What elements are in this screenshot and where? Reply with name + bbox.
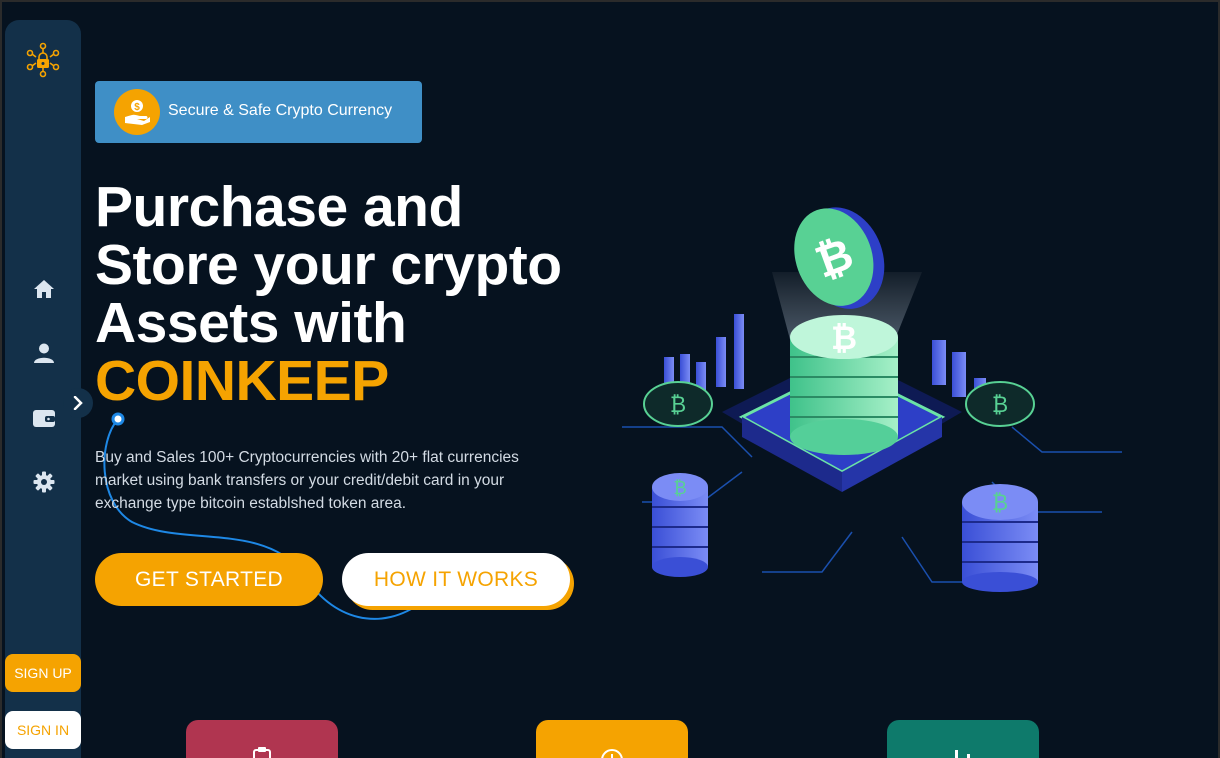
chevron-right-icon	[73, 396, 83, 410]
security-badge: $ Secure & Safe Crypto Currency	[95, 81, 422, 143]
feature-card-2[interactable]	[536, 720, 688, 758]
feature-card-3[interactable]	[887, 720, 1039, 758]
sign-up-button[interactable]: SIGN UP	[5, 654, 81, 692]
hero-description: Buy and Sales 100+ Cryptocurrencies with…	[95, 449, 519, 512]
wallet-icon[interactable]	[31, 405, 57, 431]
svg-text:₿: ₿	[670, 393, 686, 418]
blockchain-lock-icon[interactable]	[25, 42, 61, 78]
hand-coin-icon: $	[114, 89, 160, 135]
svg-text:₿: ₿	[673, 478, 686, 499]
home-icon[interactable]	[31, 276, 57, 302]
headline-line-3: Assets with	[95, 291, 407, 355]
bar-chart-icon	[955, 750, 970, 758]
svg-text:₿: ₿	[831, 319, 857, 357]
headline-line-1: Purchase and	[95, 175, 463, 239]
headline-brand: COINKEEP	[95, 349, 389, 413]
svg-text:$: $	[134, 102, 140, 113]
feature-card-1[interactable]	[186, 720, 338, 758]
svg-text:₿: ₿	[992, 393, 1008, 418]
sidebar-toggle-button[interactable]	[63, 388, 93, 418]
svg-text:₿: ₿	[992, 491, 1008, 516]
crypto-storage-illustration: ₿ ₿ ₿ ₿ ₿ ₿	[622, 207, 1122, 592]
headline-line-2: Store your crypto	[95, 233, 562, 297]
sign-in-button[interactable]: SIGN IN	[5, 711, 81, 749]
clipboard-icon	[253, 747, 271, 758]
user-icon[interactable]	[31, 340, 57, 366]
gear-icon[interactable]	[31, 469, 57, 495]
hero-headline: Purchase and Store your crypto Assets wi…	[95, 178, 562, 410]
how-it-works-button[interactable]: HOW IT WORKS	[342, 553, 570, 606]
coin-icon	[601, 749, 623, 758]
badge-text: Secure & Safe Crypto Currency	[168, 102, 393, 119]
sidebar	[5, 20, 93, 758]
get-started-button[interactable]: GET STARTED	[95, 553, 323, 606]
